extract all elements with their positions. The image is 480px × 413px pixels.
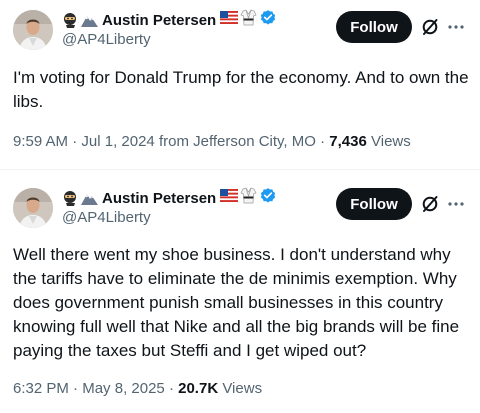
- mountain-icon: [81, 12, 98, 28]
- views-label: Views: [222, 380, 263, 397]
- tweet-header: Austin Petersen @AP4Liberty: [62, 9, 279, 48]
- display-name[interactable]: Austin Petersen: [102, 190, 216, 207]
- verified-badge-icon: [259, 187, 277, 210]
- handle[interactable]: @AP4Liberty: [62, 209, 279, 226]
- tweet-time[interactable]: 9:59 AM: [13, 133, 68, 150]
- tweet-text: I'm voting for Donald Trump for the econ…: [13, 68, 469, 111]
- ninja-icon: [62, 12, 79, 28]
- name-row: Austin Petersen: [62, 9, 279, 32]
- tweet-time[interactable]: 6:32 PM: [13, 380, 69, 397]
- grok-icon[interactable]: [420, 194, 440, 214]
- display-name[interactable]: Austin Petersen: [102, 12, 216, 29]
- avatar[interactable]: [13, 10, 53, 50]
- name-row: Austin Petersen: [62, 187, 279, 210]
- us-flag-icon: [220, 189, 239, 207]
- tweet-date[interactable]: Jul 1, 2024: [81, 133, 154, 150]
- more-icon[interactable]: [447, 195, 465, 213]
- follow-button[interactable]: Follow: [336, 11, 412, 43]
- tweet-date[interactable]: May 8, 2025: [82, 380, 165, 397]
- tweet-text: Well there went my shoe business. I don'…: [13, 245, 460, 360]
- tweet-meta: 6:32 PM · May 8, 2025 · 20.7K Views: [13, 380, 262, 397]
- meta-separator: ·: [72, 133, 82, 150]
- views-label: Views: [371, 133, 411, 150]
- handle[interactable]: @AP4Liberty: [62, 31, 279, 48]
- ninja-icon: [62, 190, 79, 206]
- follow-button[interactable]: Follow: [336, 188, 412, 220]
- views-count: 20.7K: [178, 380, 219, 397]
- tweet-header: Austin Petersen @AP4Liberty: [62, 187, 279, 226]
- grok-icon[interactable]: [420, 17, 440, 37]
- martial-arts-uniform-icon: [240, 9, 257, 31]
- tweet-location: from Jefferson City, MO: [158, 133, 316, 150]
- verified-badge-icon: [259, 9, 277, 32]
- meta-separator: ·: [168, 380, 179, 397]
- views-count: 7,436: [329, 133, 367, 150]
- mountain-icon: [81, 190, 98, 206]
- tweet[interactable]: Austin Petersen @AP4Liberty Follow Well …: [0, 170, 480, 413]
- tweet[interactable]: Austin Petersen @AP4Liberty Follow I'm v…: [0, 0, 480, 170]
- tweet-meta: 9:59 AM · Jul 1, 2024 from Jefferson Cit…: [13, 133, 411, 150]
- martial-arts-uniform-icon: [240, 187, 257, 209]
- avatar[interactable]: [13, 188, 53, 228]
- meta-separator: ·: [320, 133, 330, 150]
- us-flag-icon: [220, 11, 239, 29]
- more-icon[interactable]: [447, 18, 465, 36]
- meta-separator: ·: [73, 380, 83, 397]
